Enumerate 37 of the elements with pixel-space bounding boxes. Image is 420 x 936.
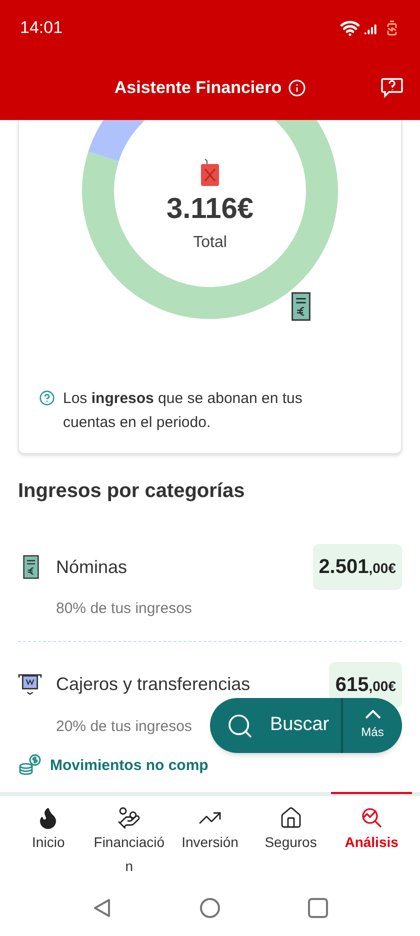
clock: 14:01 <box>20 17 63 40</box>
payslip-icon <box>291 292 311 321</box>
section-title: Ingresos por categorías <box>18 479 246 504</box>
window-title: Asistente Financiero <box>114 77 282 100</box>
battery-icon <box>384 20 400 36</box>
search-fab[interactable]: Buscar Más <box>210 698 402 753</box>
search-icon <box>226 712 254 740</box>
home-icon[interactable] <box>198 896 222 920</box>
payslip-icon <box>22 555 40 579</box>
nav-tab[interactable]: Inversión <box>170 792 250 880</box>
info-text: Los ingresos que se abonan en tus cuentas en el periodo. <box>63 389 304 433</box>
category-name[interactable]: Cajeros y transferencias <box>56 671 330 698</box>
category-share: 80% de tus ingresos <box>56 599 192 619</box>
help-icon <box>39 390 55 406</box>
total-label: Total <box>193 233 227 253</box>
house-icon <box>278 806 303 830</box>
recents-icon[interactable] <box>306 896 330 920</box>
more-button[interactable]: Más <box>343 710 402 741</box>
atm-icon <box>18 674 42 696</box>
hand-coins-icon <box>117 806 142 830</box>
wifi-icon <box>340 18 360 38</box>
nav-tab[interactable]: Inicio <box>8 792 89 880</box>
help-chat-icon[interactable] <box>380 76 404 100</box>
nav-tab[interactable]: Análisis <box>331 792 412 880</box>
nav-tab[interactable]: Financiación <box>88 792 170 880</box>
category-name[interactable]: Nóminas <box>56 554 313 580</box>
chevron-up-icon <box>364 710 380 719</box>
category-share: 20% de tus ingresos <box>56 716 192 736</box>
fuel-can-icon <box>200 159 220 187</box>
analysis-icon <box>360 806 384 830</box>
nav-tab[interactable]: Seguros <box>250 792 332 880</box>
search-button[interactable]: Buscar <box>210 698 343 753</box>
uncomputed-movements-link[interactable]: Movimientos no comp <box>50 754 208 778</box>
category-amount: 2.501,00€ <box>312 544 402 590</box>
total-amount: 3.116€ <box>166 192 254 227</box>
info-icon[interactable] <box>288 79 306 97</box>
coins-icon <box>18 754 42 778</box>
